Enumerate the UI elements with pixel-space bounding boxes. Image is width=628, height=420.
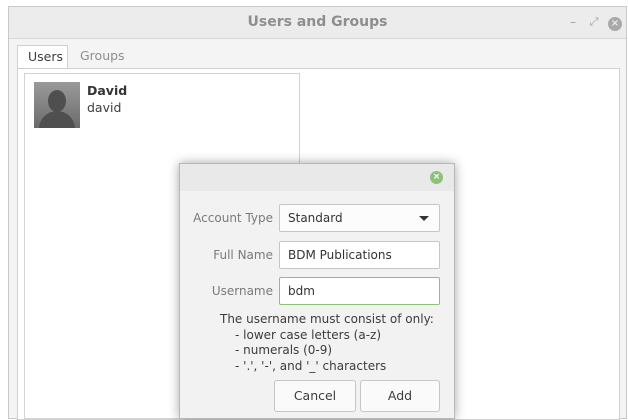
window-titlebar[interactable]: Users and Groups – ⤢ × — [9, 7, 626, 39]
username-help-text: The username must consist of only: - low… — [220, 312, 440, 374]
maximize-button[interactable]: ⤢ — [585, 13, 603, 31]
help-rule-characters: - '.', '-', and '_' characters — [235, 358, 387, 373]
cancel-button[interactable]: Cancel — [274, 380, 356, 412]
add-user-dialog: × Account Type Standard Full Name BDM Pu… — [179, 163, 455, 419]
username-label: Username — [211, 284, 273, 298]
account-type-dropdown[interactable]: Standard — [279, 204, 440, 232]
close-button[interactable]: × — [606, 13, 624, 31]
user-login-name: david — [87, 100, 122, 115]
full-name-label: Full Name — [213, 248, 273, 262]
add-button[interactable]: Add — [360, 380, 440, 412]
account-type-value: Standard — [288, 211, 343, 225]
close-icon: × — [608, 17, 622, 31]
account-type-label: Account Type — [193, 211, 273, 225]
help-intro: The username must consist of only: — [220, 312, 434, 326]
user-display-name: David — [87, 83, 128, 98]
avatar-body-shape — [39, 111, 75, 128]
avatar-head-shape — [48, 90, 66, 112]
username-field[interactable]: bdm — [279, 277, 440, 305]
dialog-titlebar[interactable]: × — [180, 164, 454, 191]
full-name-field[interactable]: BDM Publications — [279, 241, 440, 269]
chevron-down-icon — [419, 216, 429, 221]
dialog-close-icon[interactable]: × — [430, 171, 443, 184]
help-rule-numerals: - numerals (0-9) — [235, 343, 333, 357]
tab-users[interactable]: Users — [17, 45, 68, 69]
list-item[interactable]: David david — [34, 80, 284, 132]
window-title: Users and Groups — [247, 14, 388, 30]
tab-groups[interactable]: Groups — [70, 45, 134, 69]
help-rule-letters: - lower case letters (a-z) — [235, 327, 382, 342]
minimize-button[interactable]: – — [564, 13, 582, 31]
person-avatar-icon — [34, 82, 80, 128]
